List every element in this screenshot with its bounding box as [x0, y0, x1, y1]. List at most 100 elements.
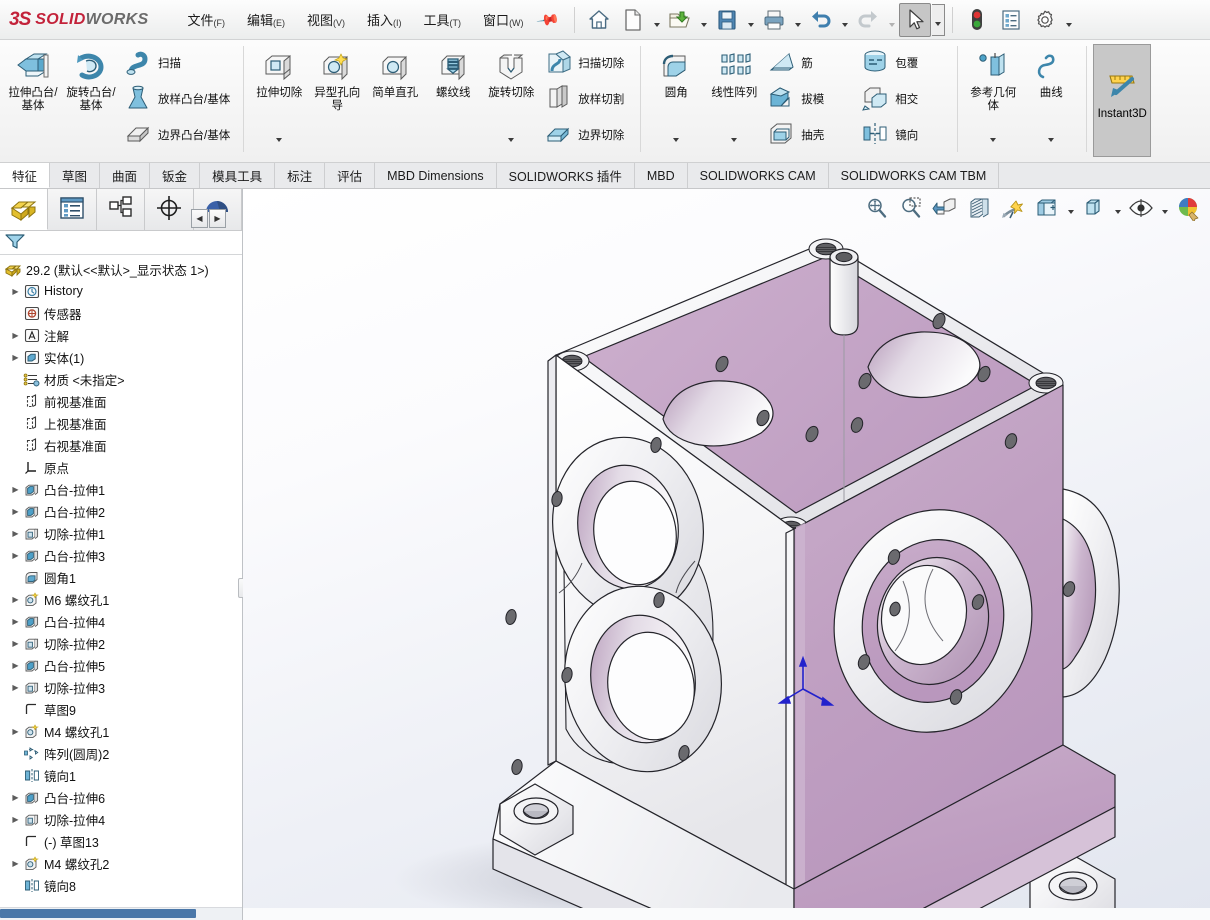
property-manager-tab[interactable] [48, 189, 96, 230]
tree-horizontal-scrollbar[interactable] [0, 907, 242, 920]
expand-arrow-icon[interactable]: ▶ [9, 595, 22, 604]
dimxpert-manager-tab[interactable] [145, 189, 193, 230]
view-settings-eye-icon[interactable] [1125, 193, 1157, 223]
expand-arrow-icon[interactable]: ▶ [9, 661, 22, 670]
tree-row-sketch-13[interactable]: (-) 草图13 [0, 830, 242, 852]
boundary-cut-button[interactable]: 边界切除 [540, 117, 634, 153]
display-style-dropdown[interactable] [1065, 194, 1076, 222]
zoom-to-area-icon[interactable] [895, 193, 927, 223]
expand-arrow-icon[interactable]: ▶ [9, 353, 22, 362]
feature-tree[interactable]: 29.2 (默认<<默认>_显示状态 1>) ▶ History 传感器 ▶ [0, 255, 242, 908]
curves-button[interactable]: 曲线 [1022, 43, 1080, 101]
menu-tools[interactable]: 工具(T) [413, 5, 473, 34]
expand-arrow-icon[interactable]: ▶ [9, 485, 22, 494]
undo-dropdown[interactable] [838, 4, 851, 36]
tree-filter-bar[interactable] [0, 231, 242, 255]
tab-solidworks-cam-tbm[interactable]: SOLIDWORKS CAM TBM [829, 163, 1000, 188]
new-document-dropdown[interactable] [650, 4, 663, 36]
tree-row-origin[interactable]: 原点 [0, 456, 242, 478]
tree-row-history[interactable]: ▶ History [0, 280, 242, 302]
pushpin-icon[interactable]: 📌 [535, 7, 561, 32]
revolve-cut-dropdown[interactable] [483, 142, 539, 156]
tab-annotation[interactable]: 标注 [275, 163, 325, 188]
draft-button[interactable]: 拔模 [763, 81, 857, 117]
tree-row-right-plane[interactable]: 右视基准面 [0, 434, 242, 456]
tree-row-material[interactable]: 材质 <未指定> [0, 368, 242, 390]
expand-arrow-icon[interactable]: ▶ [9, 859, 22, 868]
tree-row-m4-hole-2[interactable]: ▶ M4 螺纹孔2 [0, 852, 242, 874]
print-dropdown[interactable] [791, 4, 804, 36]
hole-wizard-button[interactable]: 异型孔向导 [308, 43, 366, 114]
tree-row-cut-extrude-4[interactable]: ▶ 切除-拉伸4 [0, 808, 242, 830]
zoom-to-fit-icon[interactable] [861, 193, 893, 223]
tree-row-circular-pattern-2[interactable]: 阵列(圆周)2 [0, 742, 242, 764]
tree-row-sketch-9[interactable]: 草图9 [0, 698, 242, 720]
expand-arrow-icon[interactable]: ▶ [9, 287, 22, 296]
tree-row-mirror-1[interactable]: 镜向1 [0, 764, 242, 786]
feature-manager-tab[interactable] [0, 189, 48, 230]
reference-geometry-button[interactable]: 参考几何体 [964, 43, 1022, 114]
options-list-icon[interactable] [995, 3, 1027, 37]
expand-arrow-icon[interactable]: ▶ [9, 331, 22, 340]
intersect-button[interactable]: 相交 [857, 81, 951, 117]
revolve-cut-button[interactable]: 旋转切除 [482, 43, 540, 101]
settings-dropdown[interactable] [1062, 4, 1075, 36]
redo-icon[interactable] [852, 3, 884, 37]
tab-features[interactable]: 特征 [0, 163, 50, 188]
tab-sketch[interactable]: 草图 [50, 163, 100, 188]
menu-insert[interactable]: 插入(I) [356, 5, 413, 34]
display-style-icon[interactable] [1031, 193, 1063, 223]
tree-row-boss-extrude-2[interactable]: ▶ 凸台-拉伸2 [0, 500, 242, 522]
gearbox-housing-3d-model[interactable] [243, 189, 1210, 920]
fillet-button[interactable]: 圆角 [647, 43, 705, 101]
print-icon[interactable] [758, 3, 790, 37]
tree-row-cut-extrude-1[interactable]: ▶ 切除-拉伸1 [0, 522, 242, 544]
menu-edit[interactable]: 编辑(E) [236, 5, 296, 34]
tree-row-mirror-8[interactable]: 镜向8 [0, 874, 242, 896]
open-folder-dropdown[interactable] [697, 4, 710, 36]
shell-button[interactable]: 抽壳 [763, 117, 857, 153]
settings-gear-icon[interactable] [1029, 3, 1061, 37]
mirror-button[interactable]: 镜向 [857, 117, 951, 153]
open-folder-icon[interactable] [664, 3, 696, 37]
undo-icon[interactable] [805, 3, 837, 37]
loft-boss-button[interactable]: 放样凸台/基体 [120, 81, 237, 117]
configuration-manager-tab[interactable] [97, 189, 145, 230]
tab-solidworks-cam[interactable]: SOLIDWORKS CAM [688, 163, 829, 188]
home-icon[interactable] [583, 3, 615, 37]
extrude-boss-button[interactable]: 拉伸凸台/基体 [4, 43, 62, 114]
extrude-cut-dropdown[interactable] [251, 142, 307, 156]
fillet-dropdown[interactable] [648, 142, 704, 156]
redo-dropdown[interactable] [885, 4, 898, 36]
expand-arrow-icon[interactable]: ▶ [9, 551, 22, 560]
linear-pattern-button[interactable]: 线性阵列 [705, 43, 763, 101]
loft-cut-button[interactable]: 放样切割 [540, 81, 634, 117]
select-cursor-icon[interactable] [899, 3, 931, 37]
expand-arrow-icon[interactable]: ▶ [9, 639, 22, 648]
horizontal-scroll-thumb[interactable] [0, 909, 196, 918]
new-document-icon[interactable] [617, 3, 649, 37]
tree-row-front-plane[interactable]: 前视基准面 [0, 390, 242, 412]
tree-row-top-plane[interactable]: 上视基准面 [0, 412, 242, 434]
wrap-button[interactable]: 包覆 [857, 45, 951, 81]
sweep-cut-button[interactable]: 扫描切除 [540, 45, 634, 81]
tab-solidworks-addins[interactable]: SOLIDWORKS 插件 [497, 163, 635, 188]
save-icon[interactable] [711, 3, 743, 37]
rebuild-traffic-light-icon[interactable] [961, 3, 993, 37]
tab-sheetmetal[interactable]: 钣金 [150, 163, 200, 188]
expand-arrow-icon[interactable]: ▶ [9, 793, 22, 802]
reference-geometry-dropdown[interactable] [965, 142, 1021, 156]
tree-row-boss-extrude-4[interactable]: ▶ 凸台-拉伸4 [0, 610, 242, 632]
tab-evaluate[interactable]: 评估 [325, 163, 375, 188]
linear-pattern-dropdown[interactable] [706, 142, 762, 156]
menu-window[interactable]: 窗口(W) [472, 5, 535, 34]
tree-row-boss-extrude-5[interactable]: ▶ 凸台-拉伸5 [0, 654, 242, 676]
curves-dropdown[interactable] [1023, 142, 1079, 156]
tree-row-boss-extrude-1[interactable]: ▶ 凸台-拉伸1 [0, 478, 242, 500]
tree-row-cut-extrude-3[interactable]: ▶ 切除-拉伸3 [0, 676, 242, 698]
tree-row-sensors[interactable]: 传感器 [0, 302, 242, 324]
manager-tab-next-button[interactable]: ▶ [209, 209, 226, 228]
instant3d-toggle[interactable]: Instant3D [1093, 44, 1151, 157]
tree-row-annotations[interactable]: ▶ 注解 [0, 324, 242, 346]
tree-row-solid-bodies[interactable]: ▶ 实体(1) [0, 346, 242, 368]
